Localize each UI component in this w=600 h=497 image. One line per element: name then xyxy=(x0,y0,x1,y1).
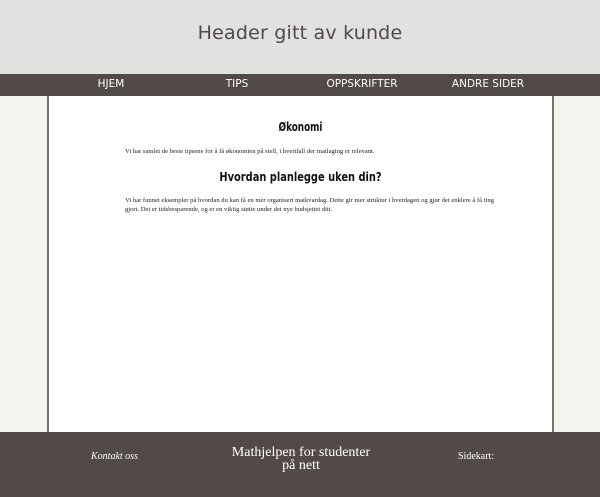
site-footer: Kontakt oss Mathjelpen for studenter på … xyxy=(0,432,600,497)
nav-item-tips[interactable]: TIPS xyxy=(226,74,249,96)
main-nav: HJEM TIPS OPPSKRIFTER ANDRE SIDER xyxy=(0,74,600,96)
nav-item-hjem[interactable]: HJEM xyxy=(98,74,125,96)
contact-link[interactable]: Kontakt oss xyxy=(91,451,138,462)
sitemap-label: Sidekart: xyxy=(458,451,495,462)
intro-paragraph: Vi har samlet de beste tipsene for å få … xyxy=(125,148,375,155)
footer-title: Mathjelpen for studenter på nett xyxy=(201,446,401,473)
page-heading: Økonomi xyxy=(278,120,323,134)
nav-item-oppskrifter[interactable]: OPPSKRIFTER xyxy=(326,74,397,96)
section-heading: Hvordan planlegge uken din? xyxy=(219,170,382,184)
site-header: Header gitt av kunde xyxy=(0,0,600,74)
footer-title-line2: på nett xyxy=(282,458,320,473)
content-panel: Økonomi Vi har samlet de beste tipsene f… xyxy=(47,96,554,432)
nav-item-andre-sider[interactable]: ANDRE SIDER xyxy=(452,74,524,96)
header-title: Header gitt av kunde xyxy=(197,22,403,44)
section-paragraph: Vi har funnet eksempler på hvordan du ka… xyxy=(125,197,494,213)
